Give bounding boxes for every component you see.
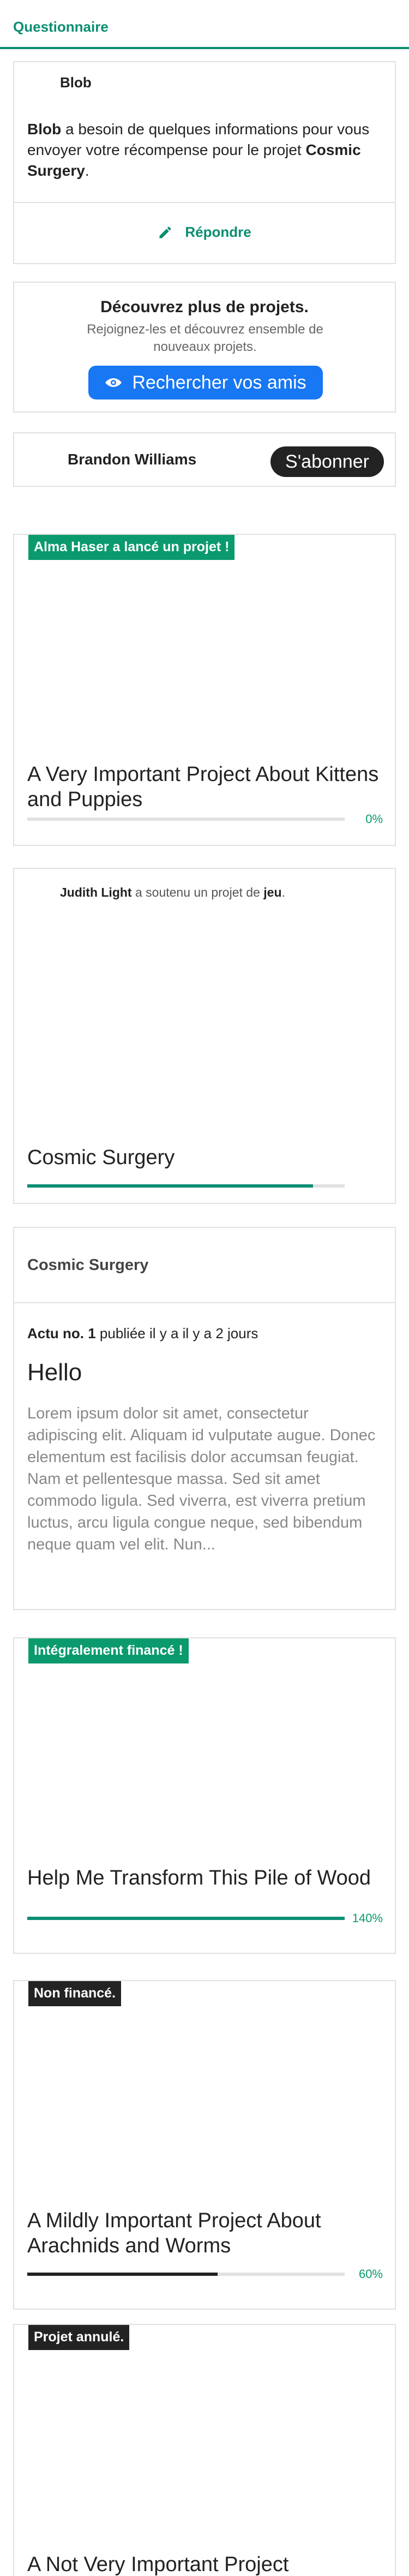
update-project-name[interactable]: Cosmic Surgery: [27, 1256, 148, 1274]
activity-verb: a soutenu un projet de: [131, 885, 264, 899]
funding-progress-bar: [27, 818, 345, 821]
funding-percent: 140%: [352, 1911, 383, 1925]
top-tab-bar: Questionnaire: [0, 0, 409, 49]
update-date: publiée il y a il y a 2 jours: [95, 1325, 258, 1341]
project-title[interactable]: A Not Very Important Project: [27, 2552, 382, 2576]
funding-progress-bar: [27, 2273, 345, 2276]
project-update-card[interactable]: Cosmic Surgery Actu no. 1 publiée il y a…: [13, 1227, 396, 1610]
reply-label: Répondre: [185, 224, 251, 240]
divider: [14, 1302, 395, 1303]
discover-title: Découvrez plus de projets.: [100, 298, 309, 316]
reply-button[interactable]: Répondre: [14, 224, 395, 241]
survey-author: Blob: [60, 74, 92, 91]
project-card[interactable]: Alma Haser a lancé un projet ! A Very Im…: [13, 534, 396, 846]
project-card[interactable]: Intégralement financé ! Help Me Transfor…: [13, 1637, 396, 1954]
funding-progress-fill: [27, 1184, 313, 1188]
suggested-user-name[interactable]: Brandon Williams: [68, 451, 196, 468]
activity-text: Judith Light a soutenu un projet de jeu.: [60, 885, 285, 900]
funding-progress-bar: [27, 1917, 345, 1920]
project-card[interactable]: Non financé. A Mildly Important Project …: [13, 1980, 396, 2310]
funding-percent: 60%: [358, 2267, 383, 2281]
pencil-icon: [159, 226, 171, 238]
find-friends-button[interactable]: Rechercher vos amis: [88, 366, 323, 399]
funding-progress-fill: [27, 2273, 218, 2276]
update-meta: Actu no. 1 publiée il y a il y a 2 jours: [27, 1325, 258, 1342]
project-title[interactable]: Help Me Transform This Pile of Wood: [27, 1865, 382, 1891]
activity-category[interactable]: jeu: [263, 885, 281, 899]
discover-card: Découvrez plus de projets. Rejoignez-les…: [13, 282, 396, 413]
update-title[interactable]: Hello: [27, 1359, 82, 1386]
project-status-badge: Alma Haser a lancé un projet !: [28, 535, 235, 560]
survey-message: Blob a besoin de quelques informations p…: [27, 119, 387, 181]
project-title[interactable]: A Mildly Important Project About Arachni…: [27, 2208, 382, 2258]
project-title[interactable]: Cosmic Surgery: [27, 1145, 382, 1170]
project-status-badge: Intégralement financé !: [28, 1638, 189, 1663]
find-friends-label: Rechercher vos amis: [132, 372, 306, 393]
backer-name[interactable]: Judith Light: [60, 885, 132, 899]
backed-activity-card[interactable]: Judith Light a soutenu un projet de jeu.…: [13, 868, 396, 1204]
funding-progress-fill: [27, 1917, 345, 1920]
tab-questionnaire[interactable]: Questionnaire: [13, 19, 109, 35]
project-status-badge: Projet annulé.: [28, 2325, 130, 2350]
funding-percent: 0%: [365, 812, 383, 826]
project-status-badge: Non financé.: [28, 1981, 122, 2006]
follow-button[interactable]: S'abonner: [270, 446, 384, 477]
project-card[interactable]: Projet annulé. A Not Very Important Proj…: [13, 2324, 396, 2576]
discover-subtitle: Rejoignez-les et découvrez ensemble de n…: [87, 322, 323, 354]
follow-suggestion-card: Brandon Williams S'abonner: [13, 432, 396, 487]
activity-end: .: [281, 885, 285, 899]
funding-progress-bar: [27, 1184, 345, 1188]
update-number: Actu no. 1: [27, 1325, 96, 1341]
survey-card: Blob Blob a besoin de quelques informati…: [13, 61, 396, 264]
message-end: .: [85, 162, 89, 179]
message-author: Blob: [27, 121, 62, 138]
divider: [14, 202, 395, 203]
project-title[interactable]: A Very Important Project About Kittens a…: [27, 762, 382, 812]
eye-icon: [105, 378, 122, 387]
update-body: Lorem ipsum dolor sit amet, consectetur …: [27, 1405, 376, 1553]
